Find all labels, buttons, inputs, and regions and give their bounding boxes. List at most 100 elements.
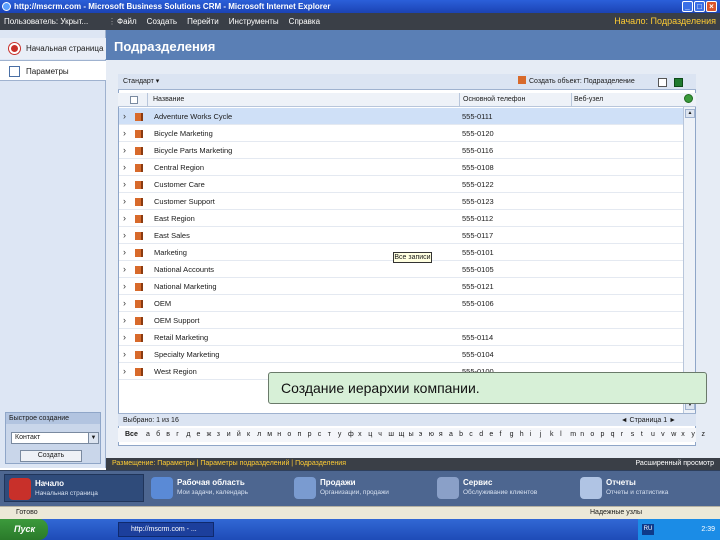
menu-help[interactable]: Справка: [289, 13, 320, 30]
alphabet-letter[interactable]: т: [328, 428, 331, 442]
close-icon[interactable]: ×: [706, 1, 717, 12]
alphabet-letter[interactable]: ф: [348, 428, 354, 442]
column-phone[interactable]: Основной телефон: [463, 93, 525, 107]
select-all-checkbox[interactable]: [130, 96, 138, 104]
alphabet-letter[interactable]: c: [469, 428, 473, 442]
expand-icon[interactable]: ›: [123, 244, 131, 261]
expand-icon[interactable]: ›: [123, 210, 131, 227]
module-reports[interactable]: Отчеты Отчеты и статистика: [576, 474, 716, 502]
alphabet-all[interactable]: Все: [125, 428, 138, 442]
alphabet-letter[interactable]: h: [520, 428, 524, 442]
table-row[interactable]: › OEM Support: [119, 312, 684, 329]
alphabet-letter[interactable]: n: [580, 428, 584, 442]
row-name[interactable]: Bicycle Parts Marketing: [154, 142, 454, 159]
alphabet-letter[interactable]: и: [227, 428, 231, 442]
menu-file[interactable]: Файл: [117, 13, 137, 30]
alphabet-letter[interactable]: j: [540, 428, 542, 442]
expand-icon[interactable]: ›: [123, 346, 131, 363]
table-row[interactable]: › Customer Care 555-0122: [119, 176, 684, 193]
alphabet-letter[interactable]: t: [641, 428, 643, 442]
alphabet-letter[interactable]: р: [308, 428, 312, 442]
alphabet-letter[interactable]: д: [186, 428, 190, 442]
module-sales[interactable]: Продажи Организации, продажи: [290, 474, 430, 502]
alphabet-letter[interactable]: e: [489, 428, 493, 442]
alphabet-letter[interactable]: r: [621, 428, 623, 442]
nav-item-home[interactable]: Начальная страница: [0, 38, 106, 59]
expand-icon[interactable]: ›: [123, 142, 131, 159]
alphabet-letter[interactable]: з: [217, 428, 220, 442]
expand-icon[interactable]: ›: [123, 329, 131, 346]
table-row[interactable]: › Bicycle Marketing 555-0120: [119, 125, 684, 142]
table-row[interactable]: › Bicycle Parts Marketing 555-0116: [119, 142, 684, 159]
alphabet-letter[interactable]: z: [702, 428, 706, 442]
alphabet-letter[interactable]: ш: [388, 428, 394, 442]
alphabet-letter[interactable]: г: [176, 428, 179, 442]
start-button[interactable]: Пуск: [0, 519, 48, 540]
alphabet-letter[interactable]: в: [166, 428, 170, 442]
alphabet-letter[interactable]: ы: [409, 428, 414, 442]
alphabet-letter[interactable]: f: [500, 428, 502, 442]
expand-icon[interactable]: ›: [123, 363, 131, 380]
table-row[interactable]: › East Region 555-0112: [119, 210, 684, 227]
row-name[interactable]: Bicycle Marketing: [154, 125, 454, 142]
alphabet-letter[interactable]: k: [550, 428, 554, 442]
table-row[interactable]: › Adventure Works Cycle 555-0111: [119, 108, 684, 125]
alphabet-letter[interactable]: x: [681, 428, 685, 442]
grid-scrollbar[interactable]: ▲ ▼: [683, 107, 695, 413]
alphabet-letter[interactable]: к: [247, 428, 250, 442]
alphabet-letter[interactable]: о: [287, 428, 291, 442]
expand-icon[interactable]: ›: [123, 278, 131, 295]
row-name[interactable]: OEM Support: [154, 312, 454, 329]
alphabet-letter[interactable]: i: [530, 428, 532, 442]
excel-export-icon[interactable]: [674, 78, 683, 87]
alphabet-letter[interactable]: g: [510, 428, 514, 442]
user-menu[interactable]: Пользователь: Укрыт...: [4, 13, 88, 30]
language-indicator[interactable]: RU: [642, 524, 654, 535]
quick-create-button[interactable]: Создать: [20, 450, 82, 462]
refresh-icon[interactable]: [684, 94, 693, 103]
alphabet-letter[interactable]: p: [601, 428, 605, 442]
quick-create-select[interactable]: Контакт ▼: [11, 432, 99, 444]
expand-icon[interactable]: ›: [123, 261, 131, 278]
menu-goto[interactable]: Перейти: [187, 13, 219, 30]
table-row[interactable]: › East Sales 555-0117: [119, 227, 684, 244]
row-name[interactable]: National Marketing: [154, 278, 454, 295]
expand-icon[interactable]: ›: [123, 125, 131, 142]
alphabet-letter[interactable]: с: [318, 428, 322, 442]
alphabet-letter[interactable]: б: [156, 428, 160, 442]
alphabet-letter[interactable]: у: [338, 428, 342, 442]
alphabet-letter[interactable]: н: [277, 428, 281, 442]
table-row[interactable]: › National Marketing 555-0121: [119, 278, 684, 295]
alphabet-letter[interactable]: a: [449, 428, 453, 442]
alphabet-letter[interactable]: л: [257, 428, 261, 442]
table-row[interactable]: › Specialty Marketing 555-0104: [119, 346, 684, 363]
row-name[interactable]: OEM: [154, 295, 454, 312]
alphabet-letter[interactable]: я: [439, 428, 443, 442]
alphabet-letter[interactable]: q: [611, 428, 615, 442]
table-row[interactable]: › OEM 555-0106: [119, 295, 684, 312]
menu-tools[interactable]: Инструменты: [229, 13, 279, 30]
row-name[interactable]: Adventure Works Cycle: [154, 108, 454, 125]
alphabet-letter[interactable]: ж: [207, 428, 212, 442]
row-name[interactable]: National Accounts: [154, 261, 454, 278]
alphabet-letter[interactable]: w: [671, 428, 676, 442]
view-selector[interactable]: Стандарт ▾: [123, 74, 159, 90]
nav-item-settings[interactable]: Параметры: [0, 60, 106, 81]
scroll-up-icon[interactable]: ▲: [685, 109, 695, 118]
alphabet-letter[interactable]: щ: [399, 428, 405, 442]
expand-icon[interactable]: ›: [123, 193, 131, 210]
row-name[interactable]: Retail Marketing: [154, 329, 454, 346]
taskbar-app-button[interactable]: http://mscrm.com - ...: [118, 522, 214, 537]
alphabet-letter[interactable]: d: [479, 428, 483, 442]
alphabet-letter[interactable]: ч: [378, 428, 382, 442]
expand-icon[interactable]: ›: [123, 227, 131, 244]
row-name[interactable]: East Sales: [154, 227, 454, 244]
row-name[interactable]: Specialty Marketing: [154, 346, 454, 363]
alphabet-letter[interactable]: э: [419, 428, 423, 442]
expand-icon[interactable]: ›: [123, 312, 131, 329]
minimize-button[interactable]: _: [682, 1, 693, 12]
alphabet-letter[interactable]: а: [146, 428, 150, 442]
row-name[interactable]: Customer Support: [154, 193, 454, 210]
row-name[interactable]: East Region: [154, 210, 454, 227]
expand-icon[interactable]: ›: [123, 295, 131, 312]
